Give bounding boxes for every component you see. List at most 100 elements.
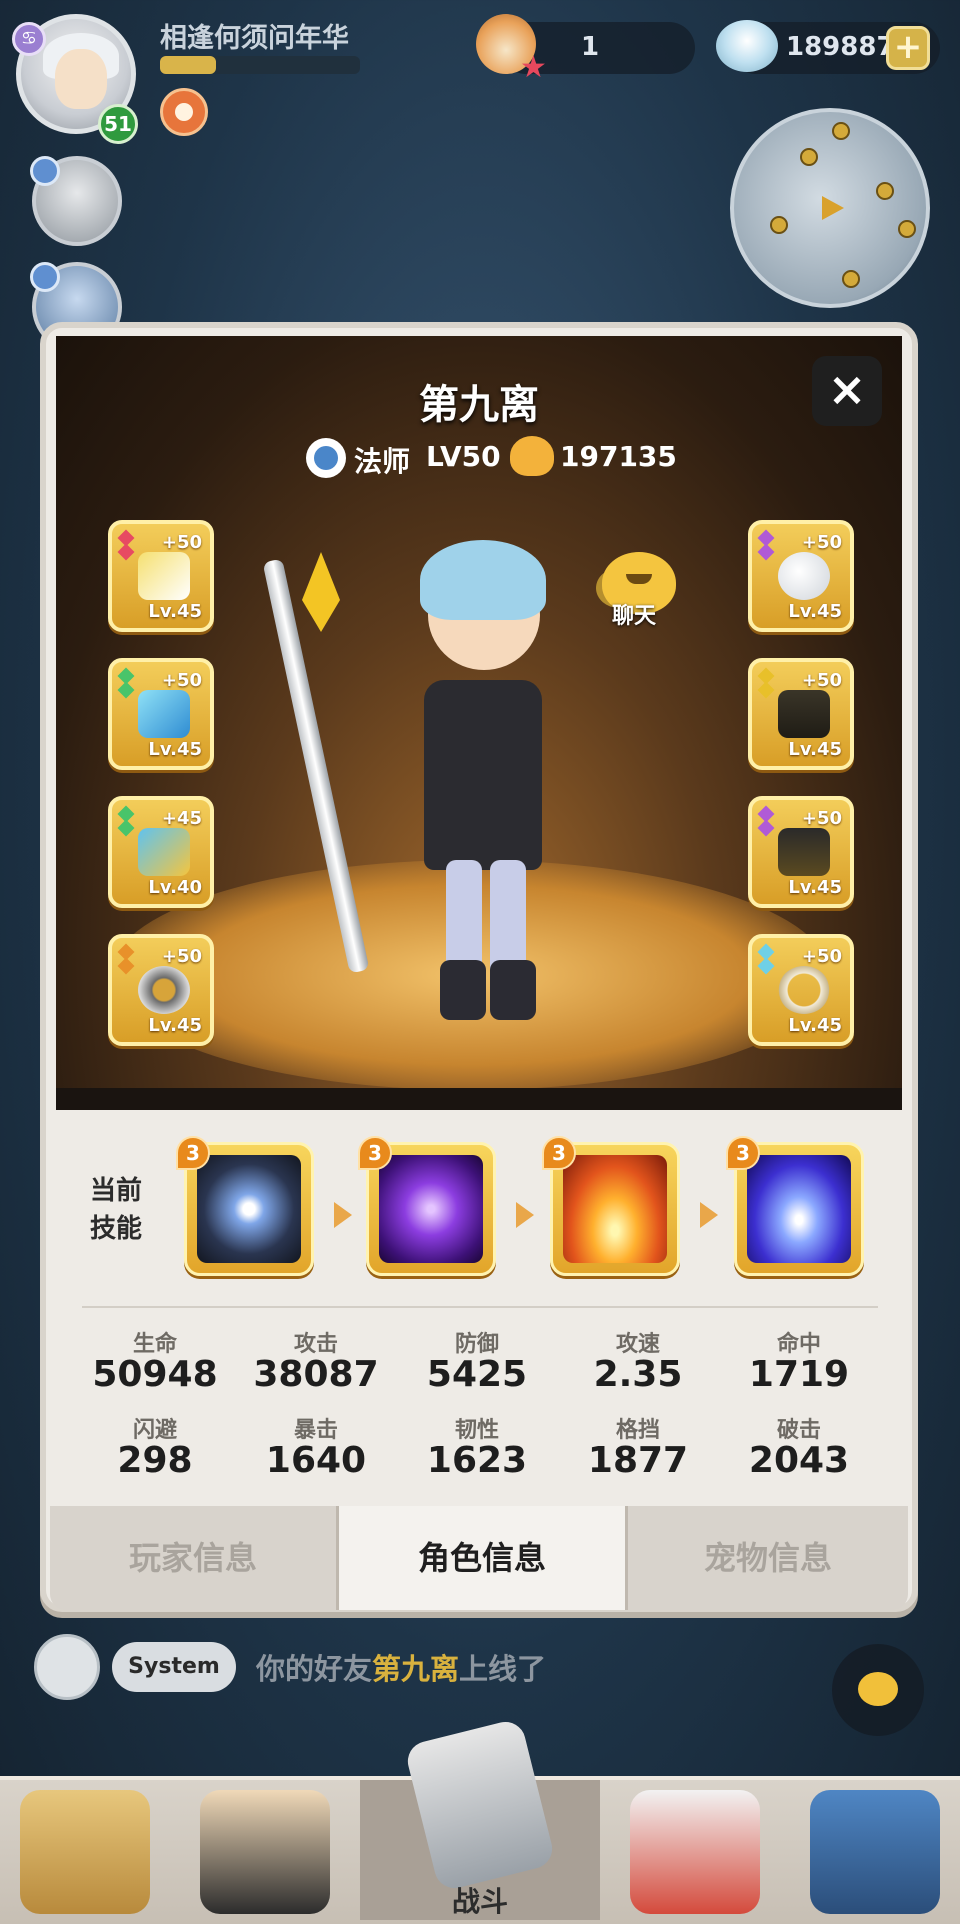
stat-value: 1623	[426, 1440, 528, 1481]
stat-value: 1640	[265, 1440, 367, 1481]
tab-player-info[interactable]: 玩家信息	[50, 1506, 336, 1610]
map-marker-icon	[898, 220, 916, 238]
stat-value: 2043	[748, 1440, 850, 1481]
friend-name-link[interactable]: 第九离	[372, 1652, 459, 1686]
star-seal-skill-icon	[197, 1155, 301, 1263]
crystal-bracer-icon	[138, 690, 190, 738]
map-marker-icon	[876, 182, 894, 200]
gem-icon	[117, 957, 135, 975]
message-suffix: 上线了	[459, 1652, 547, 1686]
skill-chain-arrow-icon	[516, 1202, 534, 1228]
map-marker-icon	[770, 216, 788, 234]
equipment-slot-weapon[interactable]: +50 Lv.45	[108, 520, 214, 632]
equipment-slot-cloak[interactable]: +50 Lv.45	[748, 658, 854, 770]
equipment-slot-gauntlet[interactable]: +50 Lv.45	[748, 796, 854, 908]
stat-value: 38087	[253, 1354, 379, 1395]
nav-item-guild-icon[interactable]	[810, 1790, 940, 1914]
equip-plus: +50	[801, 670, 842, 691]
starfish-icon: ★	[520, 50, 547, 85]
power-arm-icon	[510, 436, 554, 476]
mage-class-icon	[306, 438, 346, 478]
gem-icon	[757, 957, 775, 975]
player-level-badge: 51	[98, 104, 138, 144]
pearl-icon	[778, 552, 830, 600]
chat-label[interactable]: 聊天	[612, 598, 656, 630]
equip-level: Lv.45	[788, 601, 842, 622]
avatar-face	[55, 49, 107, 109]
stat-value: 5425	[426, 1354, 528, 1395]
currency2-value: 189887	[786, 32, 895, 62]
tab-character-info[interactable]: 角色信息	[339, 1506, 625, 1610]
nav-item-tribe-icon[interactable]	[20, 1790, 150, 1914]
map-marker-icon	[842, 270, 860, 288]
system-message[interactable]: 你的好友第九离上线了	[256, 1646, 546, 1688]
character-power: 197135	[560, 440, 677, 473]
staff-weapon-icon	[138, 552, 190, 600]
gauntlet-icon	[778, 828, 830, 876]
necklace-icon	[778, 966, 830, 1014]
equip-plus: +50	[161, 532, 202, 553]
stat-value: 50948	[92, 1354, 218, 1395]
stats-divider	[82, 1306, 878, 1308]
gem-icon	[757, 819, 775, 837]
ring-icon	[138, 966, 190, 1014]
equipment-slot-necklace[interactable]: +50 Lv.45	[748, 934, 854, 1046]
skill-level-badge: 3	[726, 1136, 760, 1170]
equip-plus: +50	[801, 532, 842, 553]
nav-battle-label[interactable]: 战斗	[420, 1880, 540, 1920]
hero-boot	[440, 960, 486, 1020]
skill-chain-arrow-icon	[700, 1202, 718, 1228]
equipment-slot-pearl[interactable]: +50 Lv.45	[748, 520, 854, 632]
player-position-arrow-icon	[822, 196, 844, 220]
team-badge-icon	[30, 262, 60, 292]
stat-value: 2.35	[593, 1354, 683, 1395]
gem-icon	[117, 681, 135, 699]
add-currency-button[interactable]: +	[886, 26, 930, 70]
map-marker-icon	[832, 122, 850, 140]
stat-value: 1719	[748, 1354, 850, 1395]
skill-level-badge: 3	[358, 1136, 392, 1170]
equip-level: Lv.45	[788, 877, 842, 898]
gem-icon	[117, 819, 135, 837]
gem-icon	[117, 543, 135, 561]
equip-plus: +50	[161, 670, 202, 691]
gem-icon	[757, 681, 775, 699]
tab-pet-info[interactable]: 宠物信息	[628, 1506, 908, 1610]
skill-level-badge: 3	[176, 1136, 210, 1170]
equip-level: Lv.40	[148, 877, 202, 898]
character-name: 第九离	[419, 382, 539, 428]
nav-item-hero-icon[interactable]	[200, 1790, 330, 1914]
purple-lightning-skill-icon	[379, 1155, 483, 1263]
equip-level: Lv.45	[148, 601, 202, 622]
equipment-slot-boots[interactable]: +45 Lv.40	[108, 796, 214, 908]
equip-plus: +50	[161, 946, 202, 967]
character-level: LV50	[426, 440, 501, 473]
current-skills-label: 当前技能	[90, 1176, 143, 1244]
pearl-currency-icon	[716, 20, 778, 72]
system-badge: System	[112, 1642, 236, 1692]
hero-boot	[490, 960, 536, 1020]
ice-beam-skill-icon	[747, 1155, 851, 1263]
hero-robe	[424, 680, 542, 870]
equip-plus: +45	[161, 808, 202, 829]
zodiac-badge-icon: ♋	[12, 22, 46, 56]
message-prefix: 你的好友	[256, 1652, 373, 1686]
currency1-value: 1	[580, 32, 600, 62]
cloak-icon	[778, 690, 830, 738]
chat-button[interactable]	[832, 1644, 924, 1736]
character-class: 法师	[354, 445, 411, 478]
boot-icon	[138, 828, 190, 876]
equipment-slot-bracer[interactable]: +50 Lv.45	[108, 658, 214, 770]
map-marker-icon	[800, 148, 818, 166]
exp-bar-fill	[160, 56, 216, 74]
equip-level: Lv.45	[148, 739, 202, 760]
skill-chain-arrow-icon	[334, 1202, 352, 1228]
close-button[interactable]: ×	[812, 356, 882, 426]
equip-plus: +50	[801, 946, 842, 967]
nav-item-pet-icon[interactable]	[630, 1790, 760, 1914]
equip-plus: +50	[801, 808, 842, 829]
gem-icon	[757, 543, 775, 561]
fire-burst-skill-icon	[563, 1155, 667, 1263]
buff-icon[interactable]	[160, 88, 208, 136]
equipment-slot-ring[interactable]: +50 Lv.45	[108, 934, 214, 1046]
